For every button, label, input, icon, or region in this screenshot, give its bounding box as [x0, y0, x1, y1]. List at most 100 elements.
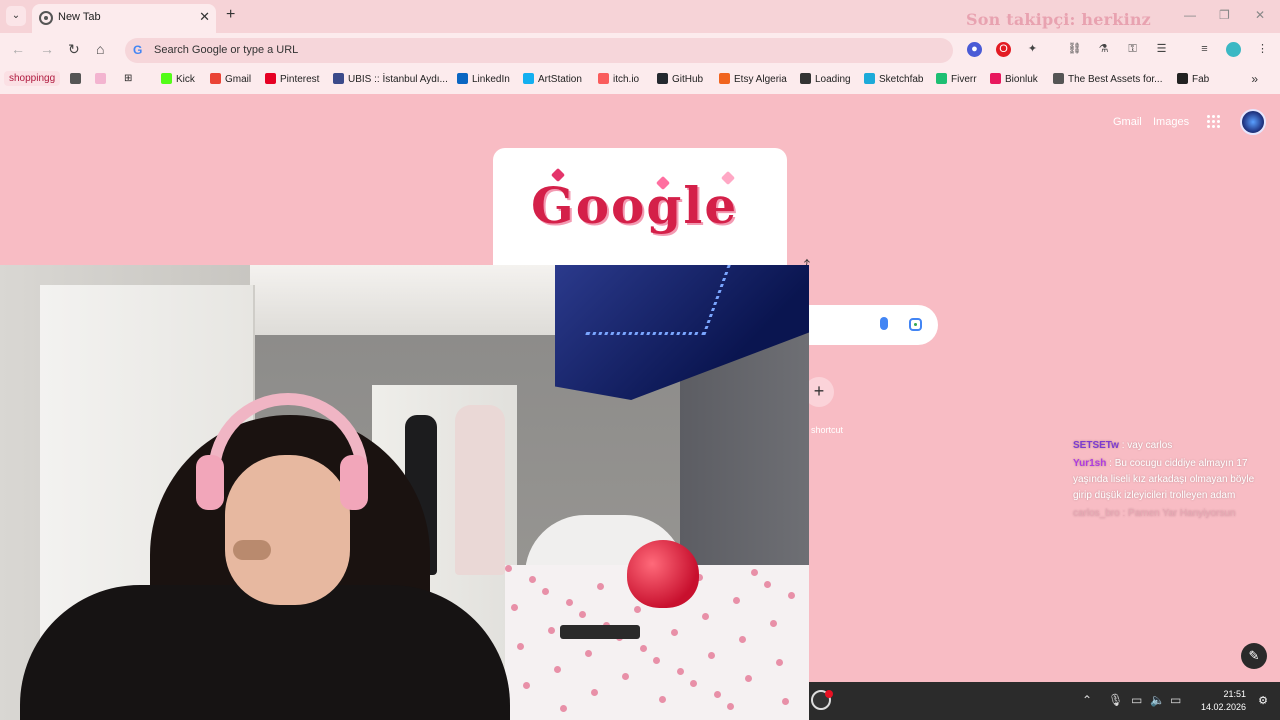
bookmark-label: LinkedIn — [472, 74, 510, 85]
microphone-icon[interactable] — [880, 317, 888, 330]
chat-text: : Pamen Yar Hanyiyorsun — [1119, 508, 1236, 519]
reading-list-icon[interactable]: ☰ — [1154, 42, 1169, 57]
stream-follower-overlay: Son takipçi: herkinz — [966, 10, 1151, 29]
apps-shortcut-icon[interactable]: ⊞ — [124, 73, 132, 84]
bookmark-item[interactable]: The Best Assets for... — [1053, 73, 1163, 85]
bookmarks-overflow-icon[interactable]: » — [1251, 72, 1258, 86]
bookmark-favicon-icon — [864, 73, 875, 84]
bookmark-label: ArtStation — [538, 74, 582, 85]
account-avatar[interactable] — [1240, 109, 1266, 135]
volume-icon[interactable]: 🔈 — [1150, 693, 1165, 707]
bookmark-item[interactable]: UBIS :: İstanbul Aydı... — [333, 73, 448, 85]
chat-username: Yur1sh — [1073, 458, 1107, 469]
bookmark-item[interactable]: Kick — [161, 73, 195, 85]
bookmark-favicon-icon — [161, 73, 172, 84]
tab-search-button[interactable]: ⌄ — [6, 6, 26, 26]
bookmark-label: Sketchfab — [879, 74, 924, 85]
network-icon[interactable]: ▭ — [1131, 693, 1142, 707]
google-doodle[interactable]: Google — [493, 148, 787, 266]
tab-title: New Tab — [58, 11, 101, 23]
battery-icon[interactable]: ▭ — [1170, 693, 1181, 707]
bookmark-label: itch.io — [613, 74, 640, 85]
bookmark-favicon-icon — [1177, 73, 1188, 84]
bookmark-favicon-icon — [936, 73, 947, 84]
bookmark-item[interactable]: Gmail — [210, 73, 251, 85]
reload-button[interactable]: ↻ — [68, 41, 80, 58]
chat-message: Yur1sh : Bu cocugu ciddiye almayın 17 ya… — [1073, 456, 1273, 504]
flask-icon[interactable]: ⚗ — [1096, 42, 1111, 57]
profile-icon[interactable] — [1226, 42, 1241, 57]
bookmark-label: Etsy Algeria — [734, 74, 787, 85]
stream-chat-overlay: SETSETw : vay carlos Yur1sh : Bu cocugu c… — [1073, 438, 1273, 524]
bookmark-folder-shoppingg[interactable]: shoppingg — [4, 71, 61, 86]
search-box[interactable] — [808, 305, 938, 345]
bookmark-label: Fiverr — [951, 74, 977, 85]
tab-new-tab[interactable]: New Tab ✕ — [32, 4, 216, 33]
bookmark-favicon-icon — [457, 73, 468, 84]
bookmark-item[interactable]: GitHub — [657, 73, 703, 85]
bookmark-favicon-icon — [210, 73, 221, 84]
system-clock[interactable]: 21:51 14.02.2026 — [1201, 688, 1246, 714]
browser-toolbar: ← → ↻ ⌂ G Search Google or type a URL ● … — [0, 33, 1280, 67]
google-g-icon: G — [133, 43, 143, 57]
key-icon[interactable]: ⚿ — [1125, 42, 1140, 57]
notifications-icon[interactable]: ⚙ — [1258, 694, 1268, 707]
forward-button[interactable]: → — [40, 41, 54, 57]
bookmark-favicon-icon — [719, 73, 730, 84]
bookmark-icon-square[interactable] — [70, 73, 85, 85]
doodle-wordmark: Google — [531, 176, 739, 235]
tab-strip: ⌄ New Tab ✕ + Son takipçi: herkinz — ❐ ✕ — [0, 0, 1280, 33]
google-lens-icon[interactable] — [909, 318, 922, 331]
chat-text: : vay carlos — [1118, 440, 1173, 451]
bookmark-item[interactable]: Fab — [1177, 73, 1209, 85]
bookmark-item[interactable]: Loading — [800, 73, 851, 85]
extension-icon[interactable]: ● — [967, 42, 982, 57]
tray-overflow-icon[interactable]: ⌃ — [1082, 693, 1092, 707]
bookmark-favicon-icon — [800, 73, 811, 84]
bookmark-label: Pinterest — [280, 74, 320, 85]
bookmark-item[interactable]: LinkedIn — [457, 73, 510, 85]
link-icon[interactable]: ⛓ — [1067, 42, 1082, 57]
bookmark-label: Fab — [1192, 74, 1210, 85]
customize-pencil-icon[interactable]: ✎ — [1241, 643, 1267, 669]
bookmark-favicon-icon — [1053, 73, 1064, 84]
back-button[interactable]: ← — [11, 41, 25, 57]
close-icon[interactable]: ✕ — [199, 9, 210, 25]
media-icon[interactable]: ≡ — [1197, 42, 1212, 57]
chrome-icon — [39, 11, 53, 25]
bookmark-item[interactable]: Fiverr — [936, 73, 977, 85]
bookmark-label: Gmail — [225, 74, 252, 85]
bookmark-favicon-icon — [598, 73, 609, 84]
webcam-overlay — [0, 265, 809, 720]
bookmark-item[interactable]: Etsy Algeria — [719, 73, 787, 85]
window-close-button[interactable]: ✕ — [1255, 8, 1265, 22]
bookmark-label: The Best Assets for... — [1068, 74, 1163, 85]
bookmark-favicon-icon — [523, 73, 534, 84]
microphone-tray-icon[interactable]: 🎙 — [1108, 693, 1123, 707]
new-tab-button[interactable]: + — [226, 6, 235, 24]
bookmark-icon-pen[interactable] — [95, 73, 110, 85]
bookmark-item[interactable]: Sketchfab — [864, 73, 923, 85]
bookmark-item[interactable]: Bionluk — [990, 73, 1038, 85]
add-shortcut-label: shortcut — [811, 425, 844, 435]
bookmarks-bar: shoppingg ⊞ Kick Gmail Pinterest UBIS :: İs… — [0, 67, 1280, 94]
address-bar[interactable]: G Search Google or type a URL — [125, 38, 953, 63]
bookmark-item[interactable]: Pinterest — [265, 73, 319, 85]
taskbar: ⌃ 🎙 ▭ 🔈 ▭ 21:51 14.02.2026 ⚙ — [809, 682, 1280, 720]
clock-time: 21:51 — [1223, 689, 1246, 699]
bookmark-label: Bionluk — [1005, 74, 1038, 85]
gmail-link[interactable]: Gmail — [1113, 116, 1142, 128]
opera-icon[interactable]: O — [996, 42, 1011, 57]
images-link[interactable]: Images — [1153, 116, 1189, 128]
taskbar-app-icon[interactable] — [811, 690, 833, 710]
bookmark-item[interactable]: itch.io — [598, 73, 639, 85]
bookmark-item[interactable]: ArtStation — [523, 73, 582, 85]
home-button[interactable]: ⌂ — [96, 41, 104, 57]
puzzle-icon[interactable]: ✦ — [1025, 42, 1040, 57]
chat-username: SETSETw — [1073, 440, 1119, 451]
bookmark-label: Kick — [176, 74, 195, 85]
menu-icon[interactable]: ⋮ — [1255, 42, 1270, 57]
google-apps-icon[interactable] — [1207, 115, 1221, 129]
minimize-button[interactable]: — — [1184, 8, 1196, 22]
maximize-button[interactable]: ❐ — [1219, 8, 1230, 22]
